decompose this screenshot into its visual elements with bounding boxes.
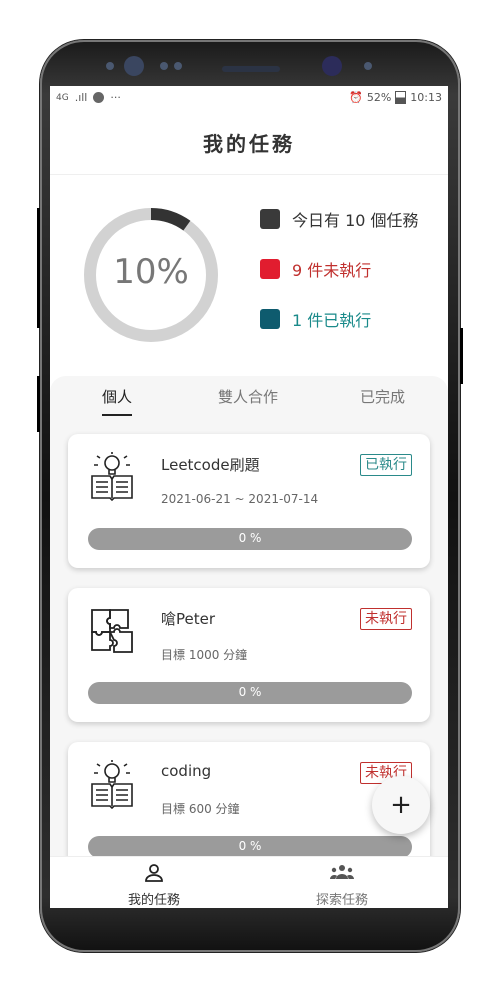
task-card[interactable]: Leetcode刷題 2021-06-21 ~ 2021-07-14 已執行 0…	[68, 434, 430, 568]
battery-percent: 52%	[366, 91, 392, 104]
nav-explore-tasks[interactable]: 探索任務	[282, 863, 402, 908]
speaker-grille	[222, 66, 280, 72]
signal-icon: .ıll	[74, 91, 88, 104]
nav-label: 探索任務	[315, 893, 368, 908]
battery-icon	[395, 91, 407, 104]
person-icon	[145, 864, 163, 882]
legend-total: 今日有 10 個任務	[260, 208, 419, 230]
legend-pending: 9 件未執行	[260, 258, 419, 280]
task-date-range: 2021-06-21 ~ 2021-07-14	[161, 492, 319, 506]
progress-bar: 0 %	[88, 682, 412, 704]
task-goal: 目標 600 分鐘	[161, 802, 240, 816]
tab-personal[interactable]: 個人	[102, 386, 132, 407]
more-notifications-icon: ···	[110, 91, 121, 104]
summary-legend: 今日有 10 個任務 9 件未執行 1 件已執行	[260, 208, 419, 358]
app-screen: 4G .ıll ··· ⏰ 52% 10:13 我的任務 10% 今日有 10 …	[50, 86, 448, 908]
task-card[interactable]: 嗆Peter 目標 1000 分鐘 未執行 0 %	[68, 588, 430, 722]
front-sensor	[106, 62, 114, 70]
legend-label: 1 件已執行	[292, 311, 372, 330]
network-indicator: 4G	[56, 92, 69, 103]
active-tab-indicator	[102, 414, 132, 416]
legend-label: 今日有 10 個任務	[292, 211, 419, 230]
page-title: 我的任務	[203, 132, 295, 156]
task-title: 嗆Peter	[161, 610, 216, 628]
task-title: Leetcode刷題	[161, 456, 260, 474]
bottom-nav: 我的任務 探索任務	[50, 856, 448, 908]
task-title: coding	[161, 762, 212, 780]
puzzle-icon	[88, 606, 136, 656]
side-button	[37, 208, 40, 328]
completion-percent: 10%	[113, 252, 189, 292]
status-bar: 4G .ıll ··· ⏰ 52% 10:13	[50, 86, 448, 108]
task-tabs: 個人 雙人合作 已完成	[50, 376, 448, 422]
book-idea-icon	[88, 452, 136, 502]
task-goal: 目標 1000 分鐘	[161, 648, 248, 662]
legend-swatch	[260, 309, 280, 329]
status-badge: 已執行	[360, 454, 412, 476]
completion-ring: 10%	[80, 204, 222, 346]
front-sensor	[364, 62, 372, 70]
front-camera	[124, 56, 144, 76]
progress-label: 0 %	[238, 685, 262, 699]
nav-my-tasks[interactable]: 我的任務	[94, 863, 214, 908]
legend-label: 9 件未執行	[292, 261, 372, 280]
legend-swatch	[260, 209, 280, 229]
progress-label: 0 %	[238, 839, 262, 853]
iris-scanner	[322, 56, 342, 76]
vpn-icon	[93, 92, 105, 103]
legend-done: 1 件已執行	[260, 308, 419, 330]
side-button	[37, 376, 40, 432]
group-icon	[330, 865, 354, 879]
alarm-icon: ⏰	[349, 91, 363, 104]
header-divider	[50, 174, 448, 175]
nav-label: 我的任務	[127, 893, 180, 908]
front-sensor	[160, 62, 168, 70]
progress-bar: 0 %	[88, 836, 412, 858]
power-button	[460, 328, 463, 384]
progress-bar: 0 %	[88, 528, 412, 550]
book-idea-icon	[88, 760, 136, 810]
add-task-button[interactable]: +	[372, 776, 430, 834]
status-badge: 未執行	[360, 608, 412, 630]
tab-completed[interactable]: 已完成	[360, 386, 405, 407]
front-sensor	[174, 62, 182, 70]
progress-label: 0 %	[238, 531, 262, 545]
legend-swatch	[260, 259, 280, 279]
tab-pair[interactable]: 雙人合作	[218, 386, 278, 407]
clock: 10:13	[410, 91, 442, 104]
